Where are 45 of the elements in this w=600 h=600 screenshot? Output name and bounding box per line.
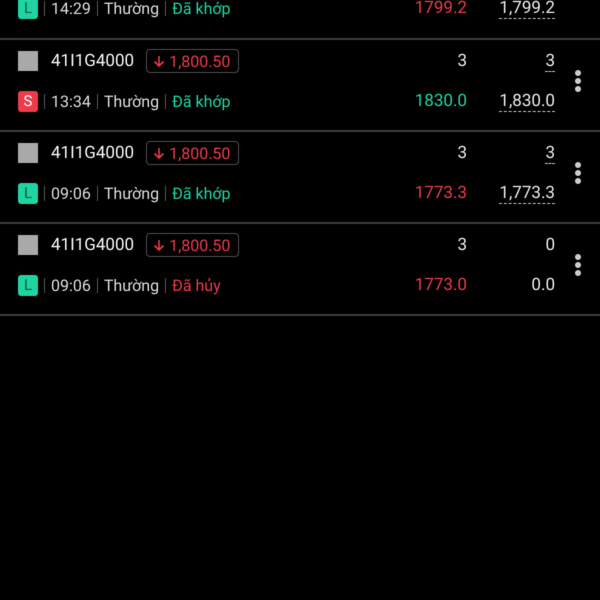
matched-price[interactable]: 1,799.2 (499, 0, 555, 18)
order-type: Thường (104, 0, 160, 18)
row-checkbox[interactable] (18, 143, 38, 163)
symbol-code: 41I1G4000 (51, 235, 134, 255)
order-side-badge: L (18, 274, 38, 296)
order-price: 1830.0 (414, 91, 467, 111)
order-status: Đã khớp (172, 92, 231, 110)
matched-price: 0.0 (531, 275, 555, 295)
matched-price[interactable]: 1,830.0 (499, 90, 555, 112)
down-arrow-icon (153, 54, 166, 68)
matched-quantity[interactable]: 3 (545, 50, 555, 72)
symbol-code: 41I1G4000 (51, 143, 134, 163)
order-status: Đã khớp (172, 184, 231, 202)
order-side-badge: S (18, 90, 38, 112)
matched-price[interactable]: 1,773.3 (499, 182, 555, 204)
row-checkbox[interactable] (18, 235, 38, 255)
order-time: 14:29 (51, 0, 91, 18)
order-time: 09:06 (51, 184, 91, 202)
price-change-value: 1,800.50 (169, 236, 230, 254)
order-side-badge: L (18, 0, 38, 18)
order-price: 1773.0 (414, 275, 467, 295)
order-time: 09:06 (51, 276, 91, 294)
order-type: Thường (104, 184, 160, 202)
more-options-icon[interactable] (574, 69, 582, 93)
row-checkbox[interactable] (18, 51, 38, 71)
order-status: Đã hủy (172, 276, 221, 294)
order-time: 13:34 (51, 92, 91, 110)
price-change-value: 1,800.50 (169, 144, 230, 162)
order-price: 1799.2 (414, 0, 467, 18)
down-arrow-icon (153, 238, 166, 252)
matched-quantity: 0 (545, 235, 555, 255)
more-options-icon[interactable] (574, 161, 582, 185)
more-options-icon[interactable] (574, 253, 582, 277)
symbol-code: 41I1G4000 (51, 51, 134, 71)
down-arrow-icon (153, 146, 166, 160)
price-change-value: 1,800.50 (169, 52, 230, 70)
order-type: Thường (104, 276, 160, 294)
order-side-badge: L (18, 182, 38, 204)
order-quantity: 3 (457, 143, 467, 163)
order-quantity: 3 (457, 51, 467, 71)
order-price: 1773.3 (414, 183, 467, 203)
order-type: Thường (104, 92, 160, 110)
order-quantity: 3 (457, 235, 467, 255)
order-status: Đã khớp (172, 0, 231, 18)
matched-quantity[interactable]: 3 (545, 142, 555, 164)
